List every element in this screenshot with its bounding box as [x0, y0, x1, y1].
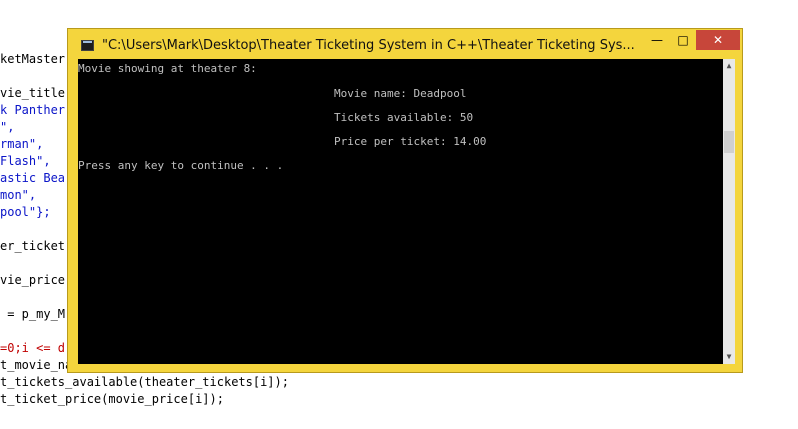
code-line: k Panther	[0, 103, 66, 117]
close-button[interactable]: ✕	[696, 30, 740, 50]
code-line: vie_title	[0, 86, 66, 100]
scroll-up-icon[interactable]: ▲	[723, 59, 735, 73]
console-line: Tickets available: 50	[334, 111, 474, 124]
minimize-button[interactable]: —	[644, 30, 670, 50]
console-window[interactable]: "C:\Users\Mark\Desktop\Theater Ticketing…	[67, 28, 743, 373]
console-line: Movie name: Deadpool	[334, 87, 467, 100]
console-line: Price per ticket: 14.00	[334, 135, 487, 148]
maximize-button[interactable]: □	[670, 30, 696, 50]
code-line: = p_my_M	[0, 307, 66, 321]
code-line: er_ticket	[0, 239, 66, 253]
code-line: vie_price	[0, 273, 66, 287]
code-line: ketMaster	[0, 52, 66, 66]
code-line: t_tickets_available(theater_tickets[i]);	[0, 375, 289, 389]
console-output[interactable]: Movie showing at theater 8: Movie name: …	[78, 59, 723, 364]
console-line: Movie showing at theater 8:	[78, 62, 257, 75]
code-line: Flash",	[0, 154, 51, 168]
vertical-scrollbar[interactable]: ▲ ▼	[723, 59, 735, 364]
code-line: mon",	[0, 188, 37, 202]
title-bar[interactable]: "C:\Users\Mark\Desktop\Theater Ticketing…	[68, 29, 742, 59]
code-line: rman",	[0, 137, 44, 151]
scrollbar-thumb[interactable]	[724, 131, 734, 153]
code-line: astic Bea	[0, 171, 66, 185]
window-title: "C:\Users\Mark\Desktop\Theater Ticketing…	[102, 38, 635, 53]
code-line: t_ticket_price(movie_price[i]);	[0, 392, 224, 406]
console-line: Press any key to continue . . .	[78, 159, 284, 172]
code-line: =0;i <= d	[0, 341, 66, 355]
scroll-down-icon[interactable]: ▼	[723, 350, 735, 364]
console-app-icon[interactable]	[81, 40, 94, 51]
code-line: ",	[0, 120, 15, 134]
code-line: pool"};	[0, 205, 51, 219]
